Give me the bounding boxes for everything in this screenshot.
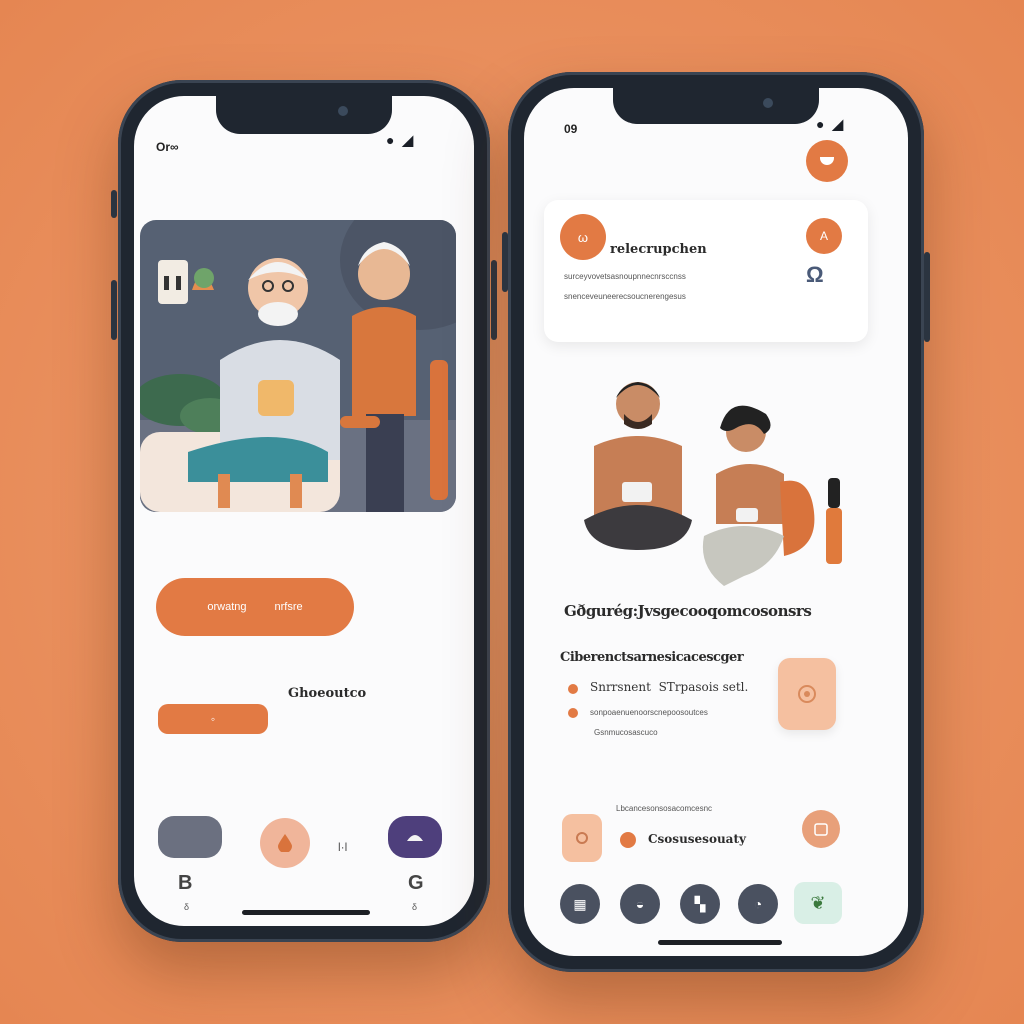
right-phone: 09 ● ◢ ω relecrupchen A Ω surceyvovetsas…: [502, 72, 930, 972]
primary-button-label-left: orwatng: [207, 601, 247, 613]
lower-card-label: Csosusesouaty: [648, 832, 746, 846]
nav-center-button[interactable]: [260, 818, 310, 868]
secondary-label: Ghoeoutco: [288, 686, 367, 701]
profile-avatar-button[interactable]: [806, 140, 848, 182]
lower-card-icon-box[interactable]: [562, 814, 602, 862]
profile-card[interactable]: ω relecrupchen A Ω surceyvovetsasnoupnne…: [544, 200, 868, 342]
left-phone: Or∞ ● ◢ orwatng nrfsre Ghoeoutco ◦ l·l B…: [111, 80, 497, 942]
nav-leaf-icon[interactable]: ❦: [794, 882, 842, 924]
lower-card-dot: [620, 832, 636, 848]
card-side-icon: Ω: [806, 262, 824, 287]
nav-bottom-left-label: B: [178, 872, 193, 894]
status-icons: ● ◢: [816, 116, 846, 132]
volume-button: [111, 280, 117, 340]
nav-ribbon-glyph: ▚: [694, 895, 706, 912]
lower-card-action[interactable]: [802, 810, 840, 848]
notch: [613, 88, 819, 124]
headline: Gðgurég:Jvsgecooqomcosonsrs: [564, 602, 812, 620]
power-button: [491, 260, 497, 340]
nav-bottom-right-sub: δ: [412, 902, 418, 912]
card-avatar: ω: [560, 214, 606, 260]
nav-settings-glyph: ◔: [753, 896, 763, 912]
primary-button[interactable]: orwatng nrfsre: [156, 578, 354, 636]
home-indicator: [658, 940, 782, 945]
leaf-icon: [576, 832, 588, 844]
volume-button: [502, 232, 508, 292]
volume-button: [111, 190, 117, 218]
list-item-2[interactable]: sonpoaenuenoorscnepoosoutces: [590, 708, 708, 717]
camera-icon: [763, 98, 773, 108]
small-button[interactable]: ◦: [158, 704, 268, 734]
home-indicator: [242, 910, 370, 915]
notch: [216, 96, 392, 134]
nav-slate-button[interactable]: [158, 816, 222, 858]
card-title: relecrupchen: [610, 242, 707, 257]
list-bullet: [568, 708, 578, 718]
status-time: 09: [564, 122, 578, 136]
card-badge-icon: A: [819, 229, 828, 243]
nav-bottom-left-sub: δ: [184, 902, 190, 912]
primary-button-label-right: nrfsre: [274, 601, 303, 613]
flower-icon: [798, 685, 816, 703]
nav-chart-glyph: ◒: [635, 896, 645, 912]
avatar-icon: [820, 157, 834, 165]
list-bullet: [568, 684, 578, 694]
peach-thumbnail[interactable]: [778, 658, 836, 730]
small-button-icon: ◦: [210, 712, 216, 726]
couple-illustration: [554, 370, 844, 590]
nav-ribbon-icon[interactable]: ▚: [680, 884, 720, 924]
right-screen: 09 ● ◢ ω relecrupchen A Ω surceyvovetsas…: [524, 88, 908, 956]
power-button: [924, 252, 930, 342]
chat-icon: [407, 835, 423, 841]
camera-icon: [338, 106, 348, 116]
list-item-1[interactable]: Snrrsnent STrpasois setl.: [590, 680, 748, 694]
section-title: Ciberenctsarnesicacescger: [560, 650, 744, 665]
card-line-1: surceyvovetsasnoupnnecnrsccnss: [564, 272, 686, 281]
left-screen: Or∞ ● ◢ orwatng nrfsre Ghoeoutco ◦ l·l B…: [134, 96, 474, 926]
nav-grid-glyph: ▦: [573, 895, 587, 912]
nav-purple-button[interactable]: [388, 816, 442, 858]
nav-grid-icon[interactable]: ▦: [560, 884, 600, 924]
card-avatar-icon: ω: [577, 229, 589, 245]
status-time: Or∞: [156, 140, 179, 154]
nav-chart-icon[interactable]: ◒: [620, 884, 660, 924]
status-icons: ● ◢: [386, 132, 416, 148]
drop-icon: [278, 834, 292, 852]
list-item-3[interactable]: Gsnmucosascuco: [594, 728, 658, 737]
nav-settings-icon[interactable]: ◔: [738, 884, 778, 924]
card-badge[interactable]: A: [806, 218, 842, 254]
calendar-icon: [814, 823, 828, 836]
card-line-2: snenceveuneerecsoucnerengesus: [564, 292, 686, 301]
nav-mid-label: l·l: [338, 840, 348, 854]
hero-illustration: [140, 220, 456, 512]
nav-bottom-right-label: G: [408, 872, 424, 894]
lower-caption: Lbcancesonsosacomcesnc: [616, 804, 713, 813]
nav-leaf-glyph: ❦: [810, 892, 826, 913]
